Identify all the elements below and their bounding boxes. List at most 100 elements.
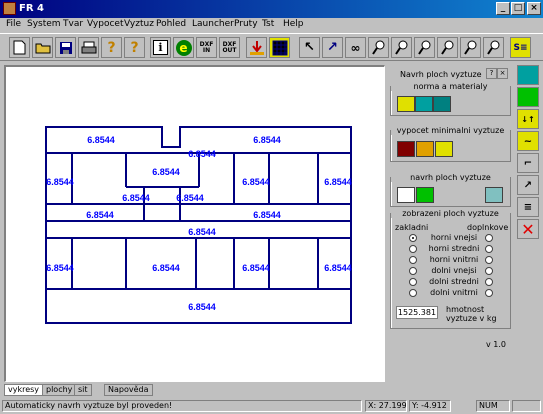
extra-radio[interactable] bbox=[485, 234, 493, 242]
extra-radio[interactable] bbox=[485, 267, 493, 275]
menu-help[interactable]: Help bbox=[283, 19, 304, 29]
status-x-coordinate: X: 27.199 bbox=[365, 400, 407, 412]
version-label: v 1.0 bbox=[486, 340, 506, 349]
reinforcement-panel: Navrh ploch vyztuze ? × norma a material… bbox=[390, 64, 512, 384]
extra-radio[interactable] bbox=[485, 256, 493, 264]
area-value-label: 6.8544 bbox=[87, 135, 115, 145]
menu-file[interactable]: File bbox=[6, 19, 21, 29]
menu-launcher[interactable]: Launcher bbox=[192, 19, 234, 29]
maximize-button[interactable]: □ bbox=[511, 2, 525, 15]
display-option-row: dolni vnitrni bbox=[391, 288, 512, 299]
window-title: FR 4 bbox=[19, 3, 44, 14]
person-icon[interactable] bbox=[485, 187, 503, 203]
s-icon[interactable]: S≡ bbox=[510, 37, 531, 58]
select-cursor-icon[interactable]: ↖ bbox=[299, 37, 320, 58]
graph-icon[interactable]: ↗ bbox=[517, 175, 539, 195]
material-icon[interactable] bbox=[397, 96, 415, 112]
column-basic-label: zakladni bbox=[395, 223, 429, 232]
zoom-previous-icon[interactable] bbox=[483, 37, 504, 58]
area-value-label: 6.8544 bbox=[188, 149, 216, 159]
tab-napoveda[interactable]: Napověda bbox=[104, 384, 153, 396]
area-value-label: 6.8544 bbox=[242, 263, 270, 273]
status-num-lock: NUM bbox=[476, 400, 510, 412]
browser-e-icon[interactable]: e bbox=[173, 37, 194, 58]
app-icon[interactable] bbox=[3, 2, 16, 15]
beam-icon[interactable] bbox=[397, 141, 415, 157]
group-standard-materials-label: norma a materialy bbox=[391, 82, 510, 91]
area-value-label: 6.8544 bbox=[242, 177, 270, 187]
norm-icon[interactable] bbox=[415, 96, 433, 112]
open-folder-icon[interactable] bbox=[32, 37, 53, 58]
tab-vykresy[interactable]: vykresy bbox=[4, 384, 44, 396]
grid-icon[interactable] bbox=[269, 37, 290, 58]
save-disk-icon[interactable] bbox=[55, 37, 76, 58]
zoom-all-icon[interactable] bbox=[460, 37, 481, 58]
map-icon[interactable] bbox=[517, 87, 539, 107]
floor-plan-drawing[interactable]: 6.8544 6.8544 6.8544 6.8544 6.8544 6.8544 6.85… bbox=[6, 67, 384, 381]
tab-sit[interactable]: sit bbox=[74, 384, 92, 396]
extra-radio[interactable] bbox=[485, 245, 493, 253]
menu-system[interactable]: System bbox=[27, 19, 61, 29]
menu-tst[interactable]: Tst bbox=[262, 19, 274, 29]
display-option-row: dolni vnejsi bbox=[391, 266, 512, 277]
menu-pohled[interactable]: Pohled bbox=[156, 19, 186, 29]
extra-radio[interactable] bbox=[485, 289, 493, 297]
dxf-out-button[interactable]: DXF OUT bbox=[219, 37, 240, 58]
mass-unit-label: vyztuze v kg bbox=[446, 314, 497, 323]
layers-icon[interactable] bbox=[517, 65, 539, 85]
drawing-canvas[interactable]: 6.8544 6.8544 6.8544 6.8544 6.8544 6.8544 6.85… bbox=[4, 65, 385, 382]
arrow-icon[interactable]: ↗ bbox=[322, 37, 343, 58]
area-value-label: 6.8544 bbox=[152, 167, 180, 177]
menu-pruty[interactable]: Pruty bbox=[234, 19, 258, 29]
load-icon[interactable] bbox=[246, 37, 267, 58]
menu-tvar[interactable]: Tvar bbox=[63, 19, 83, 29]
display-option-row: horni vnejsi bbox=[391, 233, 512, 244]
design-icon[interactable] bbox=[416, 187, 434, 203]
display-option-label: horni vnejsi bbox=[430, 233, 478, 242]
display-option-label: dolni stredni bbox=[429, 277, 479, 286]
table-grid-icon[interactable] bbox=[433, 96, 451, 112]
help-question-icon[interactable]: ? bbox=[101, 37, 122, 58]
dxf-in-button[interactable]: DXF IN bbox=[196, 37, 217, 58]
display-option-label: horni stredni bbox=[428, 244, 480, 253]
extra-radio[interactable] bbox=[485, 278, 493, 286]
context-help-icon[interactable]: ? bbox=[124, 37, 145, 58]
area-value-label: 6.8544 bbox=[122, 193, 150, 203]
document-icon[interactable]: ≡ bbox=[517, 197, 539, 217]
delete-icon[interactable]: ✕ bbox=[517, 219, 539, 239]
area-value-label: 6.8544 bbox=[176, 193, 204, 203]
side-toolbar: ↓↑ ~ ⌐ ↗ ≡ ✕ bbox=[513, 63, 543, 253]
display-option-label: dolni vnejsi bbox=[431, 266, 477, 275]
print-icon[interactable] bbox=[78, 37, 99, 58]
menu-vypocet[interactable]: Vypocet bbox=[87, 19, 123, 29]
zoom-in-icon[interactable] bbox=[391, 37, 412, 58]
close-button[interactable]: × bbox=[527, 2, 541, 15]
panel-help-button[interactable]: ? bbox=[486, 68, 497, 79]
tab-plochy[interactable]: plochy bbox=[42, 384, 77, 396]
glasses-icon[interactable]: ∞ bbox=[345, 37, 366, 58]
structure-icon[interactable]: ⌐ bbox=[517, 153, 539, 173]
group-standard-materials: norma a materialy bbox=[390, 82, 511, 116]
display-option-label: horni vnitrni bbox=[429, 255, 479, 264]
moment-icon[interactable]: ↓↑ bbox=[517, 109, 539, 129]
status-extra bbox=[512, 400, 541, 412]
area-value-label: 6.8544 bbox=[188, 302, 216, 312]
panel-title: Navrh ploch vyztuze bbox=[400, 70, 482, 79]
report-icon[interactable] bbox=[435, 141, 453, 157]
calc-icon[interactable] bbox=[416, 141, 434, 157]
menu-vyztuz[interactable]: Vyztuz bbox=[124, 19, 154, 29]
zoom-out-icon[interactable] bbox=[414, 37, 435, 58]
list-icon[interactable] bbox=[397, 187, 415, 203]
area-value-label: 6.8544 bbox=[324, 177, 352, 187]
mass-value-field[interactable]: 1525.381 bbox=[396, 306, 438, 319]
info-icon[interactable]: i bbox=[150, 37, 171, 58]
main-toolbar: ? ? i e DXF IN DXF OUT ↖ ↗ ∞ S≡ bbox=[0, 33, 543, 61]
zoom-window-icon[interactable] bbox=[437, 37, 458, 58]
new-file-icon[interactable] bbox=[9, 37, 30, 58]
group-minimum-reinforcement: vypocet minimalni vyztuze bbox=[390, 126, 511, 162]
panel-close-button[interactable]: × bbox=[497, 68, 508, 79]
minimize-button[interactable]: _ bbox=[496, 2, 510, 15]
zoom-icon[interactable] bbox=[368, 37, 389, 58]
area-value-label: 6.8544 bbox=[253, 210, 281, 220]
curve-icon[interactable]: ~ bbox=[517, 131, 539, 151]
